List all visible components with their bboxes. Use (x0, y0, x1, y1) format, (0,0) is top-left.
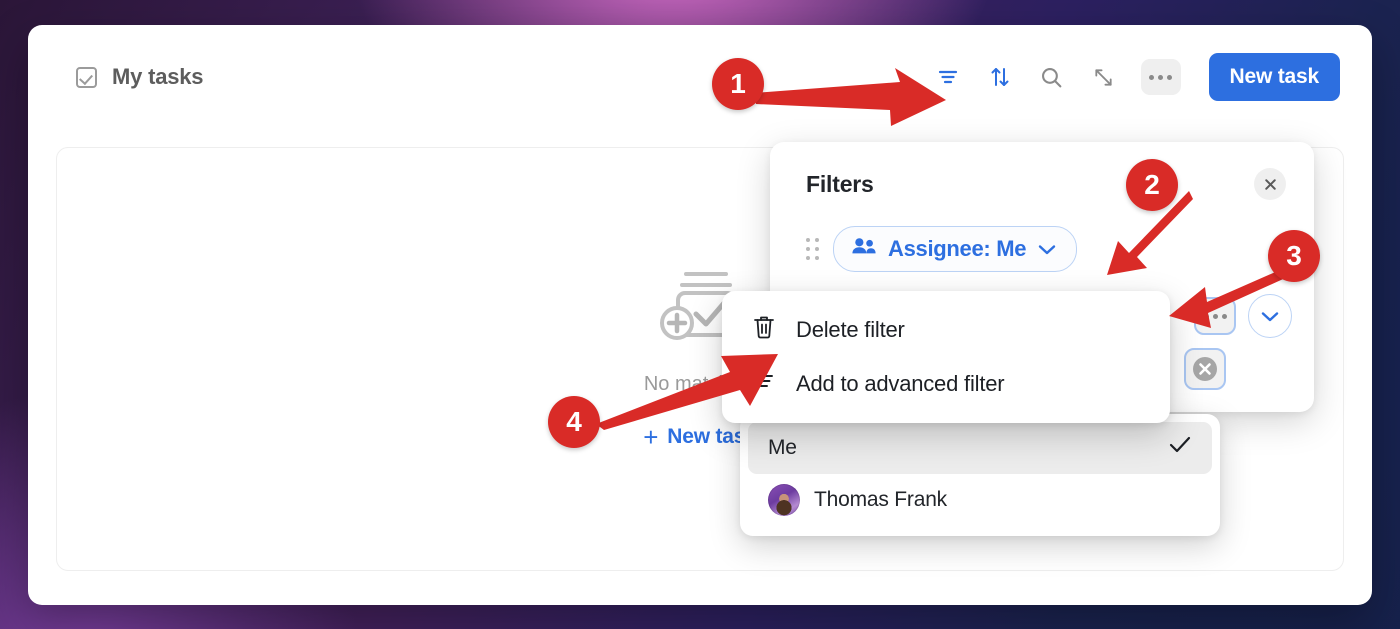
page-header: My tasks New task (28, 25, 1372, 129)
callout-badge-2: 2 (1126, 159, 1178, 211)
assignee-option-label: Me (768, 436, 797, 459)
expand-diagonal-icon[interactable] (1089, 62, 1119, 92)
dots-glyph (1149, 74, 1173, 80)
avatar (768, 484, 800, 516)
menu-item-label: Add to advanced filter (796, 371, 1005, 396)
more-horizontal-icon[interactable] (1140, 59, 1181, 95)
search-icon[interactable] (1037, 62, 1067, 92)
assignee-dropdown: Me Thomas Frank (740, 414, 1220, 536)
sort-arrows-icon[interactable] (985, 62, 1015, 92)
filter-chip-label: Assignee: Me (888, 236, 1027, 261)
filters-popover-header: Filters (770, 142, 1314, 200)
assignee-option-me[interactable]: Me (748, 422, 1212, 474)
close-icon[interactable] (1254, 168, 1286, 200)
callout-arrow-1 (754, 68, 946, 126)
title-group: My tasks (76, 64, 204, 90)
page-title: My tasks (112, 64, 204, 89)
assignee-option-thomas-frank[interactable]: Thomas Frank (748, 474, 1212, 526)
callout-arrow-4 (596, 354, 778, 430)
menu-item-label: Delete filter (796, 317, 905, 342)
callout-badge-4: 4 (548, 396, 600, 448)
filter-clear-wrapper (1184, 348, 1226, 390)
new-task-button[interactable]: New task (1208, 53, 1340, 101)
people-icon (851, 236, 877, 262)
check-icon (1168, 435, 1192, 461)
callout-badge-1: 1 (712, 58, 764, 110)
assignee-option-label: Thomas Frank (814, 488, 947, 511)
callout-badge-3: 3 (1268, 230, 1320, 282)
clear-glyph (1193, 357, 1217, 381)
menu-item-add-to-advanced-filter[interactable]: Add to advanced filter (722, 357, 1170, 411)
filter-context-menu: Delete filter Add to advanced filter (722, 291, 1170, 423)
menu-item-delete-filter[interactable]: Delete filter (722, 303, 1170, 357)
filters-title: Filters (806, 170, 874, 197)
clear-circle-icon[interactable] (1184, 348, 1226, 390)
chevron-down-icon (1037, 236, 1057, 262)
filter-chip-assignee[interactable]: Assignee: Me (833, 226, 1078, 272)
header-toolbar: New task (933, 53, 1340, 101)
drag-handle-icon[interactable] (806, 238, 819, 260)
checkbox-checked-icon (76, 66, 97, 88)
